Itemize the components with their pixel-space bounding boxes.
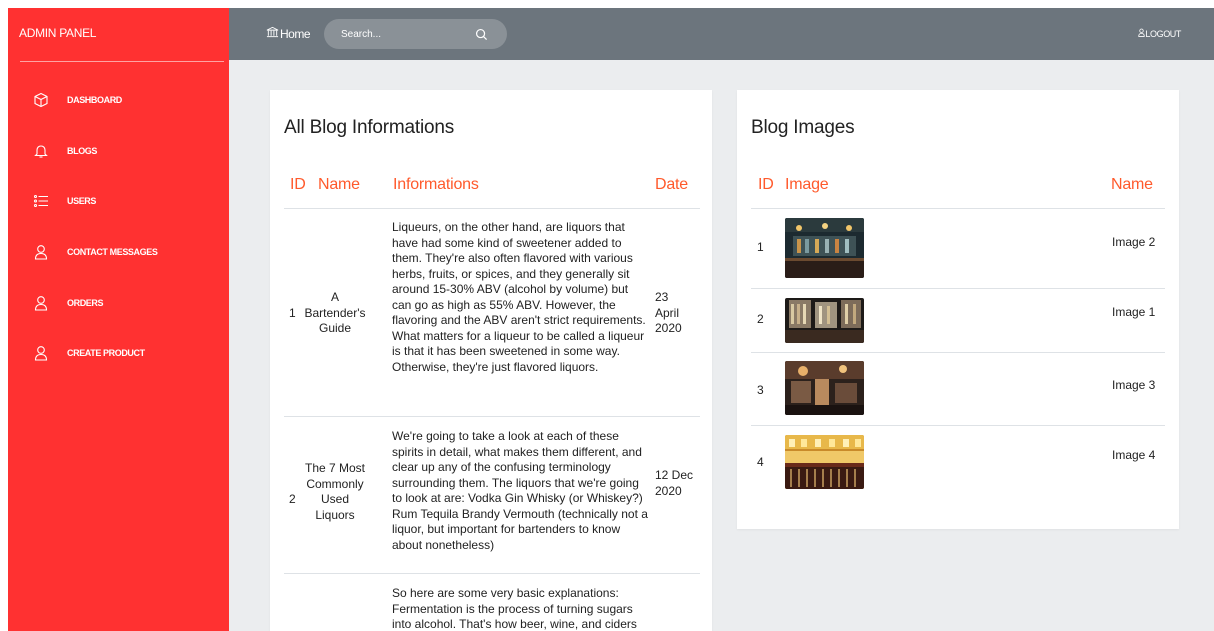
cube-icon: [32, 91, 50, 109]
row-name: Image 1: [1112, 305, 1156, 319]
column-header-id: ID: [290, 176, 306, 193]
sidebar-item-label: CONTACT MESSAGES: [67, 247, 158, 257]
sidebar: ADMIN PANEL DASHBOARD BLOGS USERS CONTAC…: [8, 8, 229, 631]
blog-informations-card: All Blog Informations ID Name Informatio…: [270, 90, 712, 631]
sidebar-item-label: CREATE PRODUCT: [67, 348, 145, 358]
row-id: 1: [289, 306, 296, 320]
column-header-name: Name: [1111, 176, 1153, 193]
brand-title[interactable]: ADMIN PANEL: [19, 26, 96, 40]
row-name: Image 3: [1112, 378, 1156, 392]
search-icon[interactable]: [475, 28, 488, 41]
logout-button[interactable]: LOGOUT: [1138, 28, 1181, 39]
user-icon: [32, 344, 50, 362]
row-date: 12 Dec 2020: [655, 468, 694, 498]
sidebar-item-dashboard[interactable]: DASHBOARD: [8, 85, 229, 115]
sidebar-item-blogs[interactable]: BLOGS: [8, 136, 229, 166]
home-link[interactable]: Home: [266, 26, 311, 41]
row-date: 23 April 2020: [655, 290, 682, 335]
column-header-name: Name: [318, 176, 360, 193]
bell-icon: [32, 142, 50, 160]
sidebar-divider: [20, 61, 224, 62]
row-divider: [751, 288, 1165, 289]
home-label: Home: [280, 26, 311, 41]
row-informations: Liqueurs, on the other hand, are liquors…: [392, 220, 646, 374]
column-header-date: Date: [655, 176, 688, 193]
row-name: Image 2: [1112, 235, 1156, 249]
sidebar-item-label: USERS: [67, 196, 97, 206]
sidebar-item-label: ORDERS: [67, 298, 104, 308]
card-title: All Blog Informations: [284, 117, 455, 138]
blog-thumbnail[interactable]: [785, 361, 864, 415]
top-navbar: Home LOGOUT: [229, 8, 1214, 60]
sidebar-item-orders[interactable]: ORDERS: [8, 288, 229, 318]
row-divider: [751, 425, 1165, 426]
user-icon: [32, 243, 50, 261]
row-id: 4: [757, 455, 764, 469]
sidebar-item-label: BLOGS: [67, 146, 98, 156]
header-divider: [751, 208, 1165, 209]
row-id: 1: [757, 240, 764, 254]
main-content: All Blog Informations ID Name Informatio…: [229, 60, 1214, 631]
row-informations: So here are some very basic explanations…: [392, 586, 637, 631]
row-divider: [284, 416, 700, 417]
list-icon: [32, 192, 50, 210]
column-header-informations: Informations: [393, 176, 479, 193]
user-icon: [32, 294, 50, 312]
column-header-image: Image: [785, 176, 829, 193]
row-id: 3: [757, 383, 764, 397]
row-divider: [284, 573, 700, 574]
row-divider: [751, 352, 1165, 353]
user-icon: [1138, 28, 1146, 39]
blog-thumbnail[interactable]: [785, 298, 864, 343]
logout-label: LOGOUT: [1145, 28, 1181, 39]
sidebar-item-contact-messages[interactable]: CONTACT MESSAGES: [8, 237, 229, 267]
row-informations: We're going to take a look at each of th…: [392, 429, 648, 552]
bank-icon: [266, 26, 280, 41]
blog-images-card: Blog Images ID Image Name 1 Image 2 2 Im…: [737, 90, 1179, 529]
row-id: 2: [289, 492, 296, 506]
search-box[interactable]: [324, 19, 507, 49]
blog-thumbnail[interactable]: [785, 435, 864, 489]
card-title: Blog Images: [751, 117, 855, 138]
header-divider: [284, 208, 700, 209]
sidebar-item-label: DASHBOARD: [67, 95, 122, 105]
row-name: A Bartender's Guide: [304, 290, 366, 335]
search-input[interactable]: [341, 27, 461, 41]
row-id: 2: [757, 312, 764, 326]
column-header-id: ID: [758, 176, 774, 193]
blog-thumbnail[interactable]: [785, 218, 864, 278]
sidebar-item-create-product[interactable]: CREATE PRODUCT: [8, 338, 229, 368]
row-name: Image 4: [1112, 448, 1156, 462]
sidebar-item-users[interactable]: USERS: [8, 186, 229, 216]
row-name: The 7 Most Commonly Used Liquors: [304, 461, 366, 522]
